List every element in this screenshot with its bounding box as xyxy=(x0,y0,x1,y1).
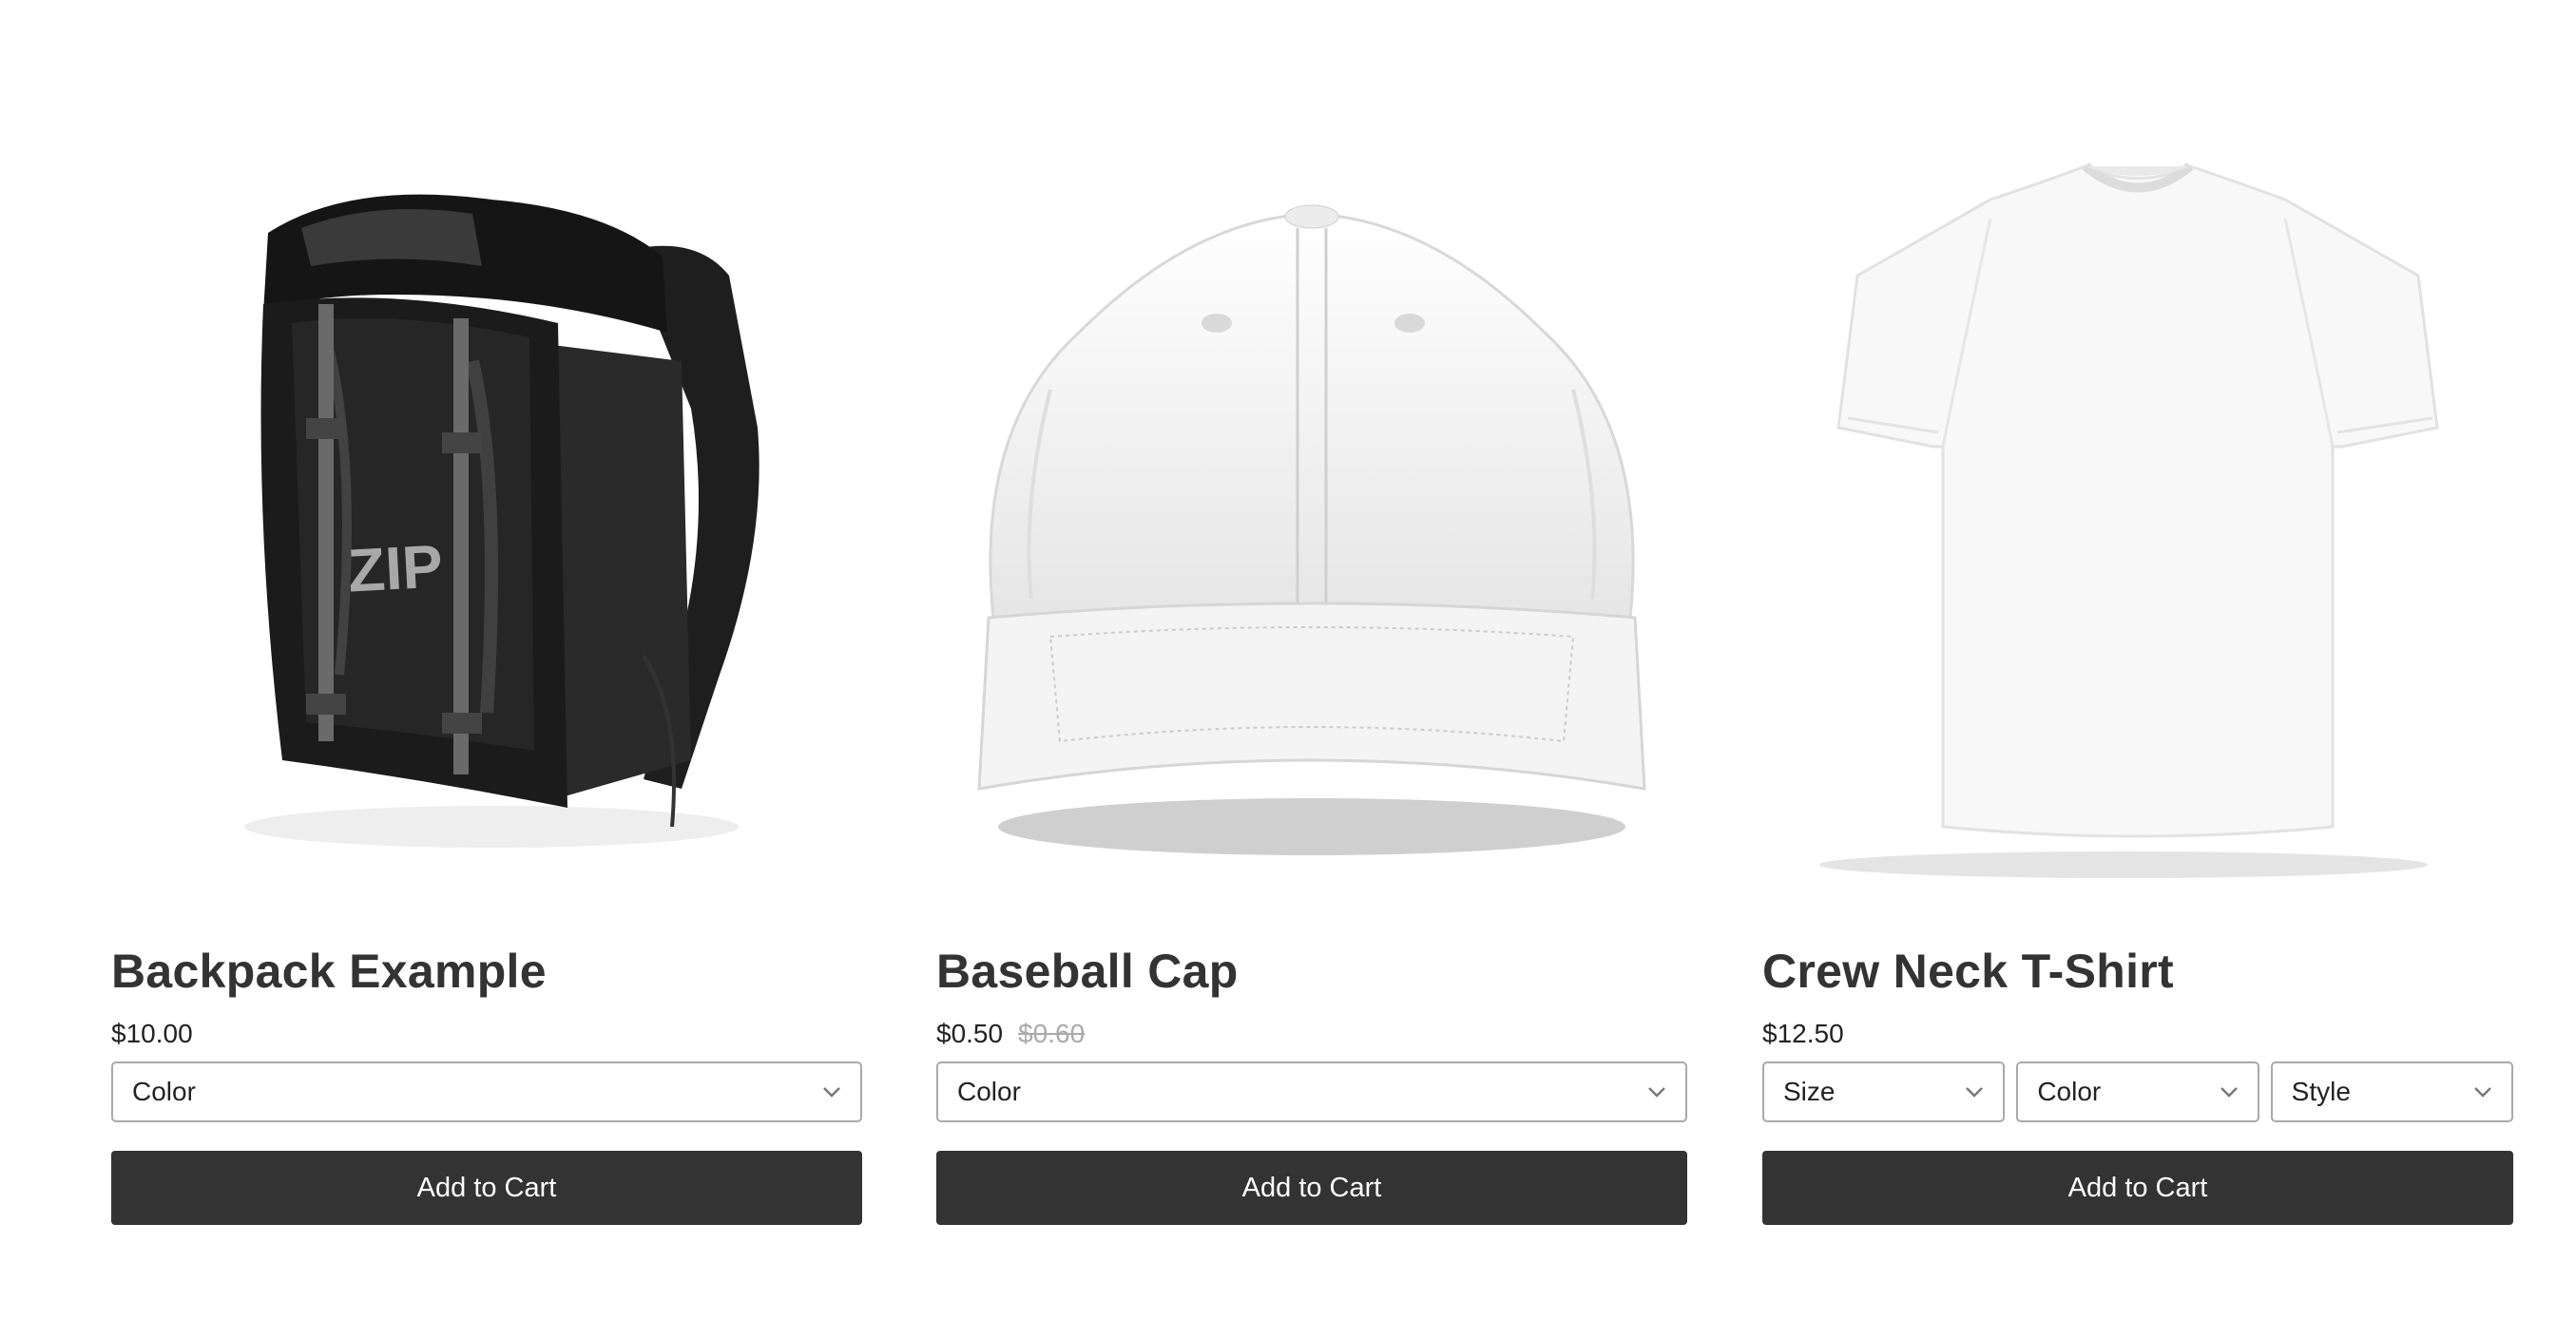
chevron-down-icon xyxy=(1648,1087,1665,1098)
select-value: Color xyxy=(2037,1077,2102,1106)
product-price: $12.50 xyxy=(1762,1019,1844,1048)
product-title[interactable]: Baseball Cap xyxy=(936,944,1239,999)
product-image-crew-neck-tshirt[interactable] xyxy=(1762,143,2513,903)
product-title[interactable]: Backpack Example xyxy=(111,944,547,999)
add-to-cart-button[interactable]: Add to Cart xyxy=(1762,1151,2513,1225)
product-price-row: $12.50 xyxy=(1762,1019,1844,1049)
select-value: Color xyxy=(957,1077,1021,1106)
backpack-image: ZIP xyxy=(244,194,759,848)
product-options: Color xyxy=(936,1061,1687,1122)
product-grid: ZIP Backpack Example $10.00 Color Add to… xyxy=(111,0,2514,1319)
chevron-down-icon xyxy=(823,1087,840,1098)
product-title[interactable]: Crew Neck T-Shirt xyxy=(1762,944,2174,999)
product-price: $10.00 xyxy=(111,1019,193,1048)
color-select[interactable]: Color xyxy=(2016,1061,2259,1122)
select-value: Size xyxy=(1783,1077,1836,1106)
select-value: Style xyxy=(2291,1077,2351,1106)
chevron-down-icon xyxy=(2474,1087,2491,1098)
product-options: Color xyxy=(111,1061,862,1122)
product-price-row: $0.50 $0.60 xyxy=(936,1019,1085,1049)
add-to-cart-button[interactable]: Add to Cart xyxy=(111,1151,862,1225)
color-select[interactable]: Color xyxy=(936,1061,1687,1122)
product-card-baseball-cap: Baseball Cap $0.50 $0.60 Color Add to Car… xyxy=(936,0,1687,1319)
style-select[interactable]: Style xyxy=(2270,1061,2513,1122)
chevron-down-icon xyxy=(1966,1087,1984,1098)
product-options: Size Color Style xyxy=(1762,1061,2513,1122)
select-value: Color xyxy=(132,1077,196,1106)
add-to-cart-button[interactable]: Add to Cart xyxy=(936,1151,1687,1225)
product-image-backpack[interactable]: ZIP xyxy=(111,143,862,903)
product-price: $0.50 xyxy=(936,1019,1004,1048)
size-select[interactable]: Size xyxy=(1762,1061,2006,1122)
product-card-crew-neck-tshirt: Crew Neck T-Shirt $12.50 Size Color Styl… xyxy=(1762,0,2513,1319)
tshirt-image xyxy=(1819,162,2439,878)
svg-text:ZIP: ZIP xyxy=(346,531,444,604)
product-card-backpack: ZIP Backpack Example $10.00 Color Add to… xyxy=(111,0,862,1319)
color-select[interactable]: Color xyxy=(111,1061,862,1122)
chevron-down-icon xyxy=(2220,1087,2238,1098)
compare-at-price: $0.60 xyxy=(1018,1019,1086,1048)
baseball-cap-image xyxy=(977,204,1646,855)
product-image-baseball-cap[interactable] xyxy=(936,143,1687,903)
product-price-row: $10.00 xyxy=(111,1019,193,1049)
